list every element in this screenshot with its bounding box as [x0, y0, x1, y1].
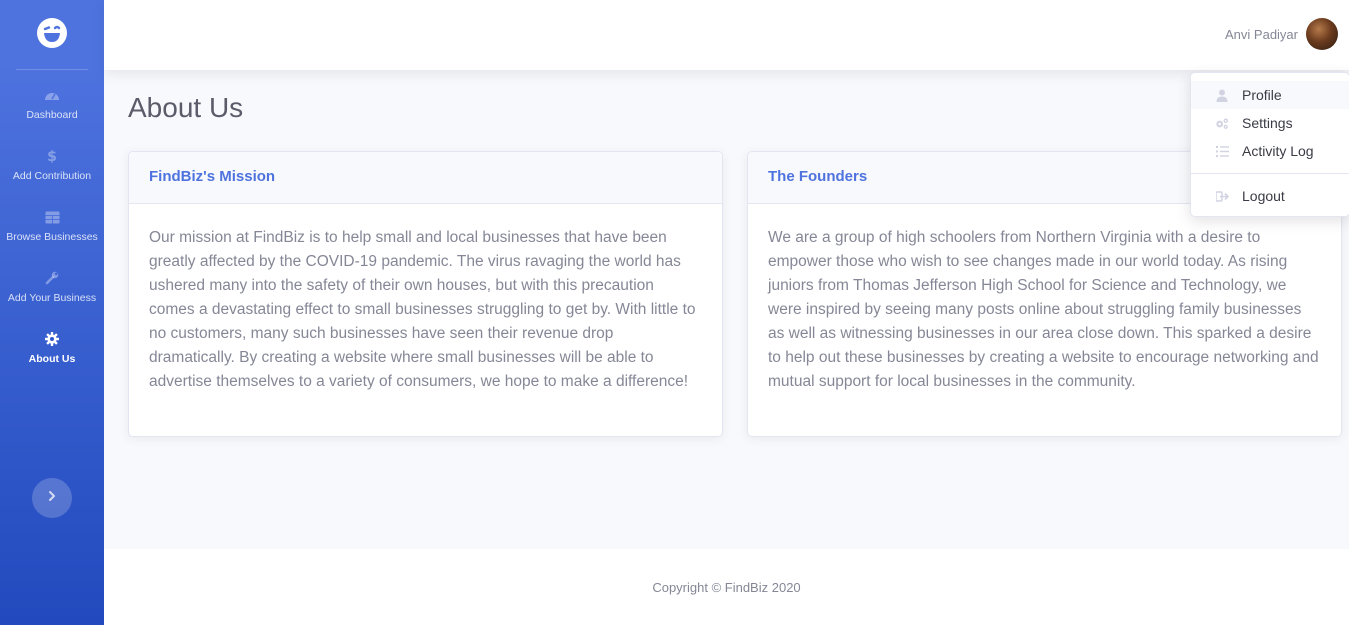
avatar [1306, 18, 1338, 50]
topbar: Anvi Padiyar [104, 0, 1349, 70]
sidebar-item-add-your-business[interactable]: Add Your Business [0, 269, 104, 306]
dropdown-item-profile[interactable]: Profile [1191, 81, 1349, 109]
user-menu-toggle[interactable]: Anvi Padiyar [1225, 18, 1338, 50]
sidebar-item-label: Add Your Business [7, 292, 97, 304]
sidebar-item-label: Dashboard [26, 109, 78, 121]
card-header: FindBiz's Mission [129, 152, 722, 204]
dropdown-item-label: Profile [1242, 87, 1282, 103]
sidebar-item-label: About Us [28, 353, 76, 365]
user-name: Anvi Padiyar [1225, 26, 1298, 42]
dollar-icon: $ [43, 147, 61, 165]
wrench-icon [43, 269, 61, 287]
card-body: We are a group of high schoolers from No… [768, 229, 1319, 390]
tachometer-icon [43, 86, 61, 104]
sidebar-item-label: Add Contribution [12, 170, 92, 182]
card-body: Our mission at FindBiz is to help small … [149, 229, 696, 390]
sidebar-item-about-us[interactable]: About Us [0, 330, 104, 367]
sidebar-item-browse-businesses[interactable]: Browse Businesses [0, 208, 104, 245]
svg-text:$: $ [47, 149, 57, 164]
sidebar-item-label: Browse Businesses [6, 231, 98, 243]
sidebar-toggle-button[interactable] [32, 478, 72, 518]
sidebar: Dashboard $ Add Contribution Browse Busi… [0, 0, 104, 625]
dropdown-divider [1191, 173, 1349, 174]
user-icon [1215, 88, 1229, 102]
card-title: FindBiz's Mission [149, 168, 276, 185]
cogs-icon [1215, 116, 1229, 130]
user-dropdown-menu: Profile Settings Activity Log Logout [1190, 72, 1349, 217]
dropdown-item-settings[interactable]: Settings [1191, 109, 1349, 137]
chevron-right-icon [48, 489, 56, 507]
brand-logo[interactable] [0, 0, 104, 70]
sidebar-item-add-contribution[interactable]: $ Add Contribution [0, 147, 104, 184]
dropdown-item-label: Settings [1242, 115, 1293, 131]
footer: Copyright © FindBiz 2020 [104, 549, 1349, 625]
dropdown-item-logout[interactable]: Logout [1191, 182, 1349, 210]
cog-icon [43, 330, 61, 348]
dropdown-item-label: Activity Log [1242, 143, 1314, 159]
table-icon [43, 208, 61, 226]
dropdown-item-activity-log[interactable]: Activity Log [1191, 137, 1349, 165]
mission-card: FindBiz's Mission Our mission at FindBiz… [128, 151, 723, 437]
copyright-text: Copyright © FindBiz 2020 [652, 579, 801, 595]
dropdown-item-label: Logout [1242, 188, 1285, 204]
page-title: About Us [128, 92, 244, 123]
list-icon [1215, 144, 1229, 158]
sidebar-item-dashboard[interactable]: Dashboard [0, 86, 104, 123]
laughing-face-icon [36, 17, 68, 54]
sign-out-icon [1215, 189, 1229, 203]
